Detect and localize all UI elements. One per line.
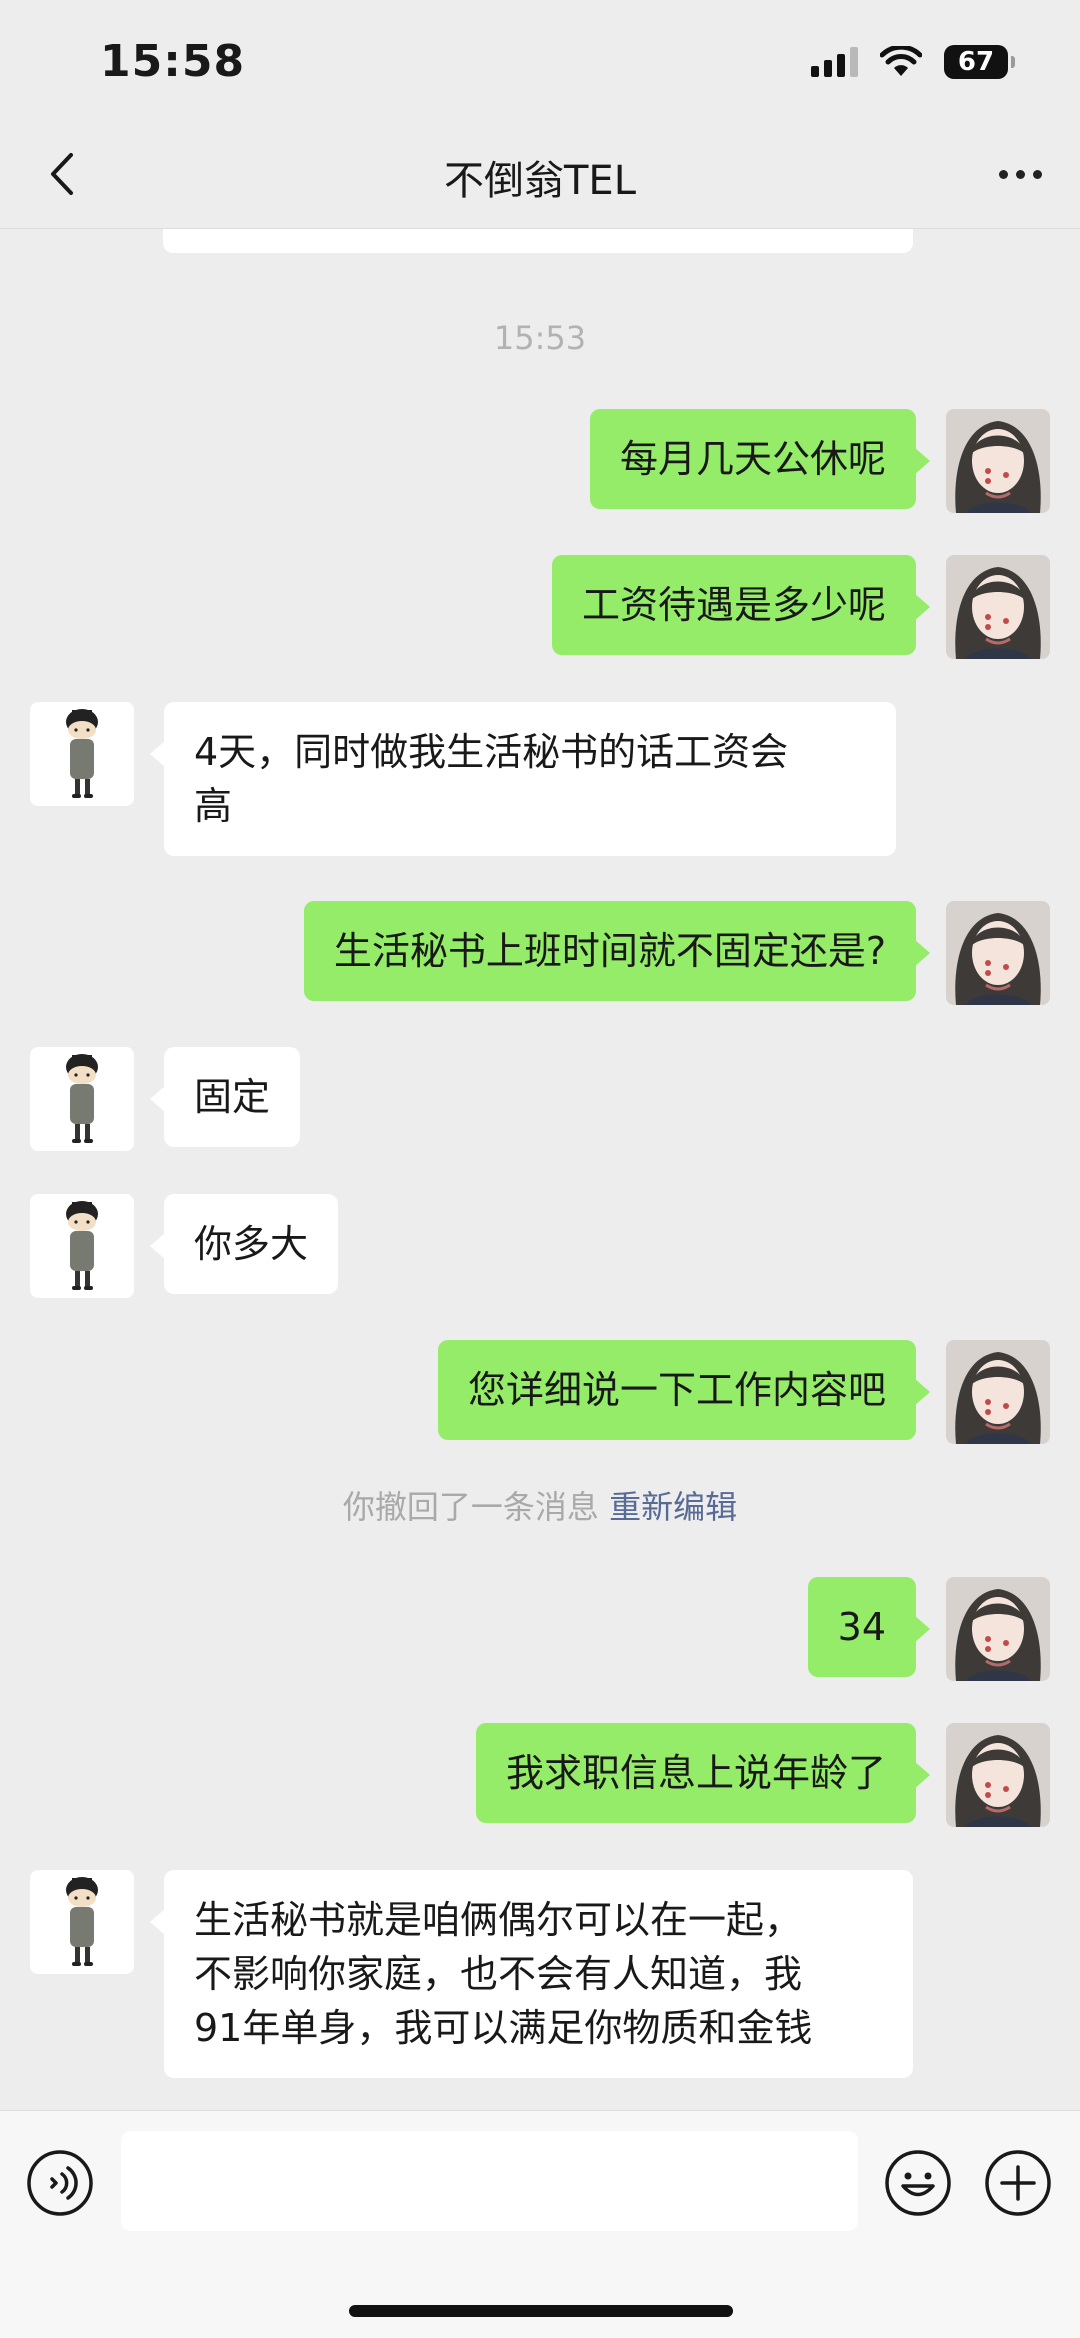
my-avatar[interactable] — [946, 1340, 1050, 1444]
sent-message-bubble[interactable]: 34 — [807, 1577, 931, 1677]
contact-avatar[interactable] — [30, 1047, 134, 1151]
message-timestamp: 15:53 — [493, 319, 587, 357]
emoji-button[interactable] — [884, 2149, 952, 2217]
wifi-icon — [880, 46, 922, 76]
recall-text: 你撤回了一条消息 — [342, 1488, 599, 1526]
received-message-bubble[interactable]: 固定 — [149, 1047, 301, 1147]
home-indicator[interactable] — [349, 2305, 733, 2317]
message-text-line: 不影响你家庭，也不会有人知道，我 — [194, 1952, 803, 1996]
my-avatar[interactable] — [946, 409, 1050, 513]
more-dots-icon — [998, 169, 1008, 179]
plus-icon — [985, 2150, 1051, 2216]
received-message-bubble[interactable]: 你多大 — [149, 1194, 339, 1294]
message-text-line: 生活秘书就是咱俩偶尔可以在一起， — [194, 1898, 803, 1942]
contact-avatar[interactable] — [30, 1194, 134, 1298]
my-avatar[interactable] — [946, 1577, 1050, 1681]
sent-message-bubble[interactable]: 生活秘书上班时间就不固定还是? — [303, 901, 931, 1001]
more-actions-button[interactable] — [984, 2149, 1052, 2217]
sent-message-bubble[interactable]: 工资待遇是多少呢 — [551, 555, 931, 655]
chat-title: 不倒翁TEL — [444, 158, 636, 204]
message-input[interactable] — [121, 2131, 858, 2231]
message-text-line: 高 — [194, 784, 233, 828]
received-message-bubble[interactable]: 生活秘书就是咱俩偶尔可以在一起， 不影响你家庭，也不会有人知道，我 91年单身，… — [150, 1870, 913, 2078]
status-icons: 67 — [811, 42, 1015, 82]
contact-avatar[interactable] — [30, 702, 134, 806]
re-edit-link[interactable]: 重新编辑 — [609, 1488, 737, 1526]
contact-avatar[interactable] — [30, 1870, 134, 1974]
received-message-bubble[interactable]: 4天，同时做我生活秘书的话工资会 高 — [150, 702, 896, 856]
battery-level: 67 — [957, 47, 995, 77]
message-list[interactable]: 15:53 每月几天公休呢 工资待遇是多少呢 4天，同时做我生活秘书的话工资会 … — [0, 229, 1080, 2109]
my-avatar[interactable] — [946, 901, 1050, 1005]
recall-notice: 你撤回了一条消息 重新编辑 — [0, 1482, 1080, 1528]
cellular-signal-icon — [811, 47, 858, 77]
sent-message-bubble[interactable]: 每月几天公休呢 — [589, 409, 931, 509]
emoji-icon — [885, 2150, 951, 2216]
message-text-line: 91年单身，我可以满足你物质和金钱 — [194, 2006, 813, 2050]
input-bar — [0, 2110, 1080, 2338]
sent-message-bubble[interactable]: 我求职信息上说年龄了 — [475, 1723, 931, 1823]
partial-message-bubble[interactable] — [163, 229, 913, 253]
message-text-line: 4天，同时做我生活秘书的话工资会 — [194, 730, 789, 774]
sent-message-bubble[interactable]: 您详细说一下工作内容吧 — [437, 1340, 931, 1440]
my-avatar[interactable] — [946, 555, 1050, 659]
status-bar: 15:58 67 — [0, 0, 1080, 120]
more-button[interactable] — [984, 142, 1056, 206]
battery-icon: 67 — [944, 45, 1015, 79]
nav-bar: 不倒翁TEL — [0, 120, 1080, 229]
voice-button[interactable] — [26, 2149, 94, 2217]
my-avatar[interactable] — [946, 1723, 1050, 1827]
voice-icon — [27, 2150, 93, 2216]
status-time: 15:58 — [100, 36, 246, 87]
